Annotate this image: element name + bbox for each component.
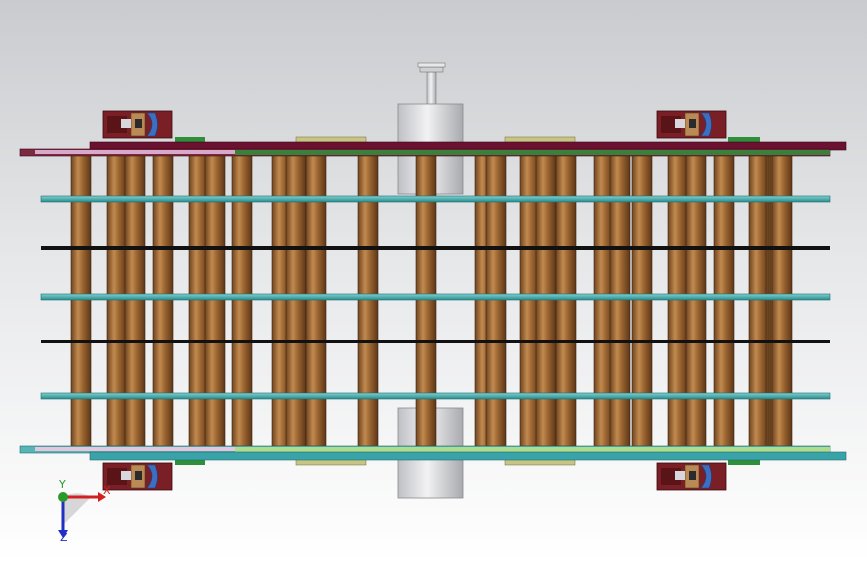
bearing-housing (656, 110, 727, 139)
coordinate-triad-icon: X Y Z (40, 478, 120, 548)
teal-rail-2 (40, 293, 831, 301)
teal-rail-1 (40, 195, 831, 203)
axis-y-label: Y (59, 478, 66, 491)
black-rail-1 (41, 246, 830, 250)
bottom-frame (19, 445, 847, 461)
black-rail-2 (41, 340, 830, 343)
conveyor-assembly-model[interactable] (0, 0, 867, 562)
drive-shaft (417, 62, 446, 107)
axis-x-label: X (103, 484, 111, 497)
teal-rail-3 (40, 392, 831, 400)
cad-viewport[interactable]: X Y Z (0, 0, 867, 562)
top-frame (19, 141, 847, 157)
bearing-housing (102, 110, 173, 139)
bearing-housing (656, 462, 727, 491)
axis-z-label: Z (60, 531, 68, 544)
